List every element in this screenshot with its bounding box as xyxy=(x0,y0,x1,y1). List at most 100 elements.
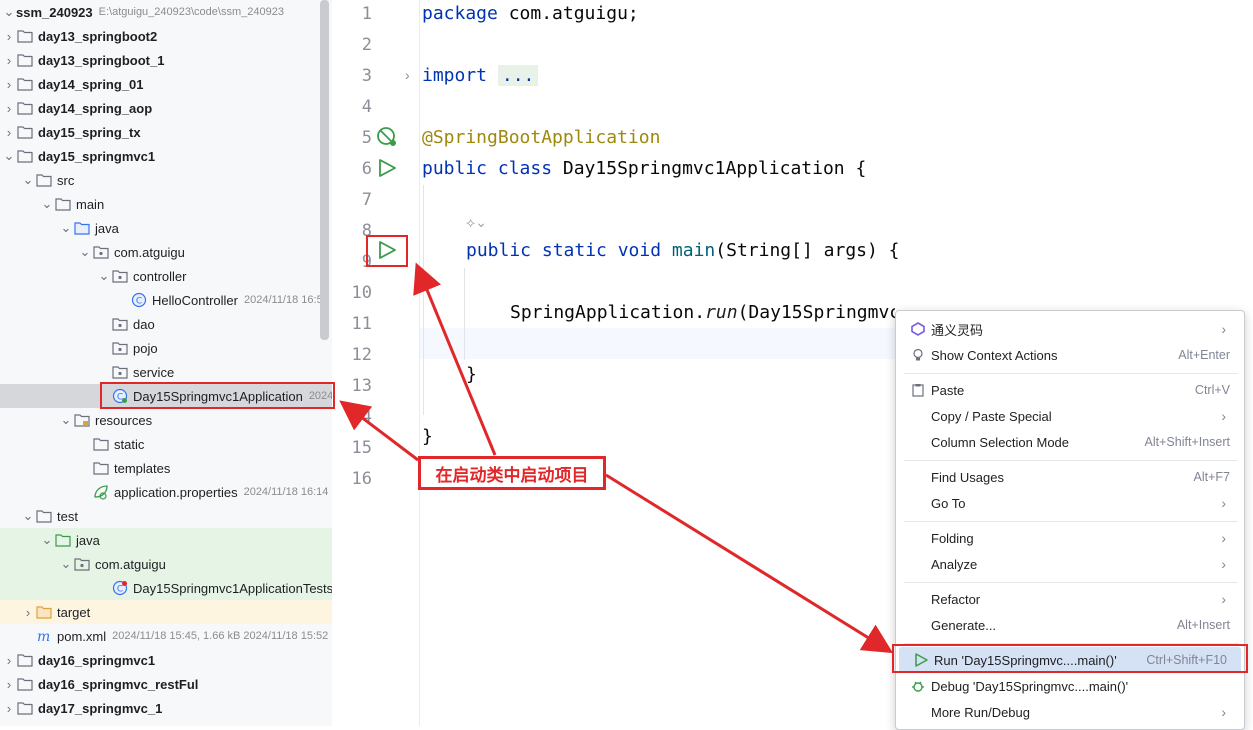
line-number[interactable]: 13 xyxy=(340,376,372,396)
code-line-6[interactable]: @SpringBootApplication xyxy=(422,127,660,148)
menu-item-paste[interactable]: Paste Ctrl+V xyxy=(896,377,1244,403)
chevron-right-icon[interactable]: › xyxy=(2,125,16,140)
chevron-down-icon[interactable]: ⌄ xyxy=(2,148,16,163)
menu-item-analyze[interactable]: Analyze › xyxy=(896,551,1244,577)
chevron-right-icon[interactable]: › xyxy=(21,605,35,620)
tree-item[interactable]: service xyxy=(0,360,332,384)
tree-item-label: application.properties xyxy=(114,484,238,500)
menu-item-debug-day15springmvc-main[interactable]: Debug 'Day15Springmvc....main()' xyxy=(896,673,1244,699)
project-tree[interactable]: ⌄ ssm_240923 E:\atguigu_240923\code\ssm_… xyxy=(0,0,332,726)
tree-item[interactable]: ⌄ controller xyxy=(0,264,332,288)
code-line-15[interactable]: } xyxy=(422,426,433,447)
chevron-down-icon[interactable]: ⌄ xyxy=(97,268,111,283)
chevron-right-icon[interactable]: › xyxy=(2,101,16,116)
line-number[interactable]: 7 xyxy=(340,190,372,210)
tree-item[interactable]: › day16_springmvc1 xyxy=(0,648,332,672)
menu-item-refactor[interactable]: Refactor › xyxy=(896,586,1244,612)
chevron-down-icon[interactable]: ⌄ xyxy=(40,532,54,547)
menu-item-tongyi[interactable]: 通义灵码 › xyxy=(896,316,1244,342)
code-line-9[interactable]: public static void main(String[] args) { xyxy=(466,240,900,261)
tree-item[interactable]: ⌄ test xyxy=(0,504,332,528)
line-number[interactable]: 1 xyxy=(340,4,372,24)
chevron-right-icon[interactable]: › xyxy=(2,701,16,716)
line-number[interactable]: 10 xyxy=(340,283,372,303)
code-line-11[interactable]: SpringApplication.run(Day15Springmvc1App… xyxy=(510,302,895,323)
menu-item-go-to[interactable]: Go To › xyxy=(896,490,1244,516)
submenu-arrow-icon: › xyxy=(1221,704,1226,720)
chevron-down-icon[interactable]: ⌄ xyxy=(78,244,92,259)
line-number[interactable]: 3 xyxy=(340,66,372,86)
tree-item[interactable]: ⌄ src xyxy=(0,168,332,192)
tree-item[interactable]: static xyxy=(0,432,332,456)
chevron-down-icon[interactable]: ⌄ xyxy=(40,196,54,211)
chevron-down-icon[interactable]: ⌄ xyxy=(59,220,73,235)
line-number[interactable]: 2 xyxy=(340,35,372,55)
line-number[interactable]: 14 xyxy=(340,407,372,427)
folded-imports[interactable]: ... xyxy=(497,65,539,86)
line-number[interactable]: 11 xyxy=(340,314,372,334)
tree-scrollbar[interactable] xyxy=(320,0,329,340)
chevron-right-icon[interactable]: › xyxy=(2,53,16,68)
line-number[interactable]: 4 xyxy=(340,97,372,117)
code-line-13[interactable]: } xyxy=(466,364,477,385)
tree-item[interactable]: m pom.xml 2024/11/18 15:45, 1.66 kB 2024/1… xyxy=(0,624,332,648)
menu-item-find-usages[interactable]: Find Usages Alt+F7 xyxy=(896,464,1244,490)
line-number[interactable]: 12 xyxy=(340,345,372,365)
tree-item[interactable]: C Day15Springmvc1ApplicationTests xyxy=(0,576,332,600)
menu-item-label: Column Selection Mode xyxy=(931,434,1070,450)
spring-bean-icon[interactable] xyxy=(376,126,398,151)
tree-item[interactable]: ⌄ java xyxy=(0,528,332,552)
line-number[interactable]: 5 xyxy=(340,128,372,148)
tree-item[interactable]: › day14_spring_aop xyxy=(0,96,332,120)
chevron-right-icon[interactable]: › xyxy=(2,29,16,44)
fold-chevron-icon[interactable]: › xyxy=(405,67,410,83)
code-token: (Day15Springmvc1Application.class, args)… xyxy=(737,302,895,323)
tree-item[interactable]: ⌄ java xyxy=(0,216,332,240)
menu-item-more-run-debug[interactable]: More Run/Debug › xyxy=(896,699,1244,725)
menu-item-folding[interactable]: Folding › xyxy=(896,525,1244,551)
tree-item[interactable]: › day14_spring_01 xyxy=(0,72,332,96)
tree-item[interactable]: ⌄ main xyxy=(0,192,332,216)
code-line-3[interactable]: import ... xyxy=(422,65,539,86)
tree-item[interactable]: ⌄ com.atguigu xyxy=(0,552,332,576)
menu-item-generate[interactable]: Generate... Alt+Insert xyxy=(896,612,1244,638)
chevron-right-icon[interactable]: › xyxy=(2,677,16,692)
menu-item-show-context-actions[interactable]: Show Context Actions Alt+Enter xyxy=(896,342,1244,368)
tree-item[interactable]: › day13_springboot2 xyxy=(0,24,332,48)
chevron-down-icon[interactable]: ⌄ xyxy=(21,172,35,187)
chevron-down-icon[interactable]: ⌄ xyxy=(59,556,73,571)
chevron-right-icon[interactable]: › xyxy=(2,653,16,668)
code-token: (String[] args) { xyxy=(715,240,900,261)
line-number[interactable]: 16 xyxy=(340,469,372,489)
tree-root[interactable]: ⌄ ssm_240923 E:\atguigu_240923\code\ssm_… xyxy=(0,0,332,24)
submenu-arrow-icon: › xyxy=(1221,530,1226,546)
tree-item[interactable]: C HelloController 2024/11/18 16:51 xyxy=(0,288,332,312)
tree-item[interactable]: templates xyxy=(0,456,332,480)
tree-item[interactable]: application.properties 2024/11/18 16:14 xyxy=(0,480,332,504)
code-line-7[interactable]: public class Day15Springmvc1Application … xyxy=(422,158,866,179)
chevron-down-icon[interactable]: ⌄ xyxy=(21,508,35,523)
chevron-right-icon[interactable]: › xyxy=(2,77,16,92)
line-number[interactable]: 6 xyxy=(340,159,372,179)
tree-item[interactable]: ⌄ com.atguigu xyxy=(0,240,332,264)
tree-item[interactable]: › day13_springboot_1 xyxy=(0,48,332,72)
tree-item[interactable]: ⌄ day15_springmvc1 xyxy=(0,144,332,168)
debug-icon xyxy=(908,679,928,693)
tree-item[interactable]: ⌄ resources xyxy=(0,408,332,432)
tree-item[interactable]: › day17_springmvc_1 xyxy=(0,696,332,720)
chevron-down-icon[interactable]: ⌄ xyxy=(2,4,16,19)
folder-icon xyxy=(92,436,110,452)
tree-item[interactable]: › target xyxy=(0,600,332,624)
ai-hint-icon[interactable]: ⟡⌄ xyxy=(466,214,487,231)
tree-item[interactable]: pojo xyxy=(0,336,332,360)
submenu-arrow-icon: › xyxy=(1221,495,1226,511)
menu-item-copy-paste-special[interactable]: Copy / Paste Special › xyxy=(896,403,1244,429)
line-number[interactable]: 15 xyxy=(340,438,372,458)
chevron-down-icon[interactable]: ⌄ xyxy=(59,412,73,427)
tree-item[interactable]: › day15_spring_tx xyxy=(0,120,332,144)
code-line-1[interactable]: package com.atguigu; xyxy=(422,3,639,24)
menu-item-column-selection-mode[interactable]: Column Selection Mode Alt+Shift+Insert xyxy=(896,429,1244,455)
tree-item[interactable]: dao xyxy=(0,312,332,336)
tree-item[interactable]: › day16_springmvc_restFul xyxy=(0,672,332,696)
run-gutter-icon-class[interactable] xyxy=(377,158,397,181)
